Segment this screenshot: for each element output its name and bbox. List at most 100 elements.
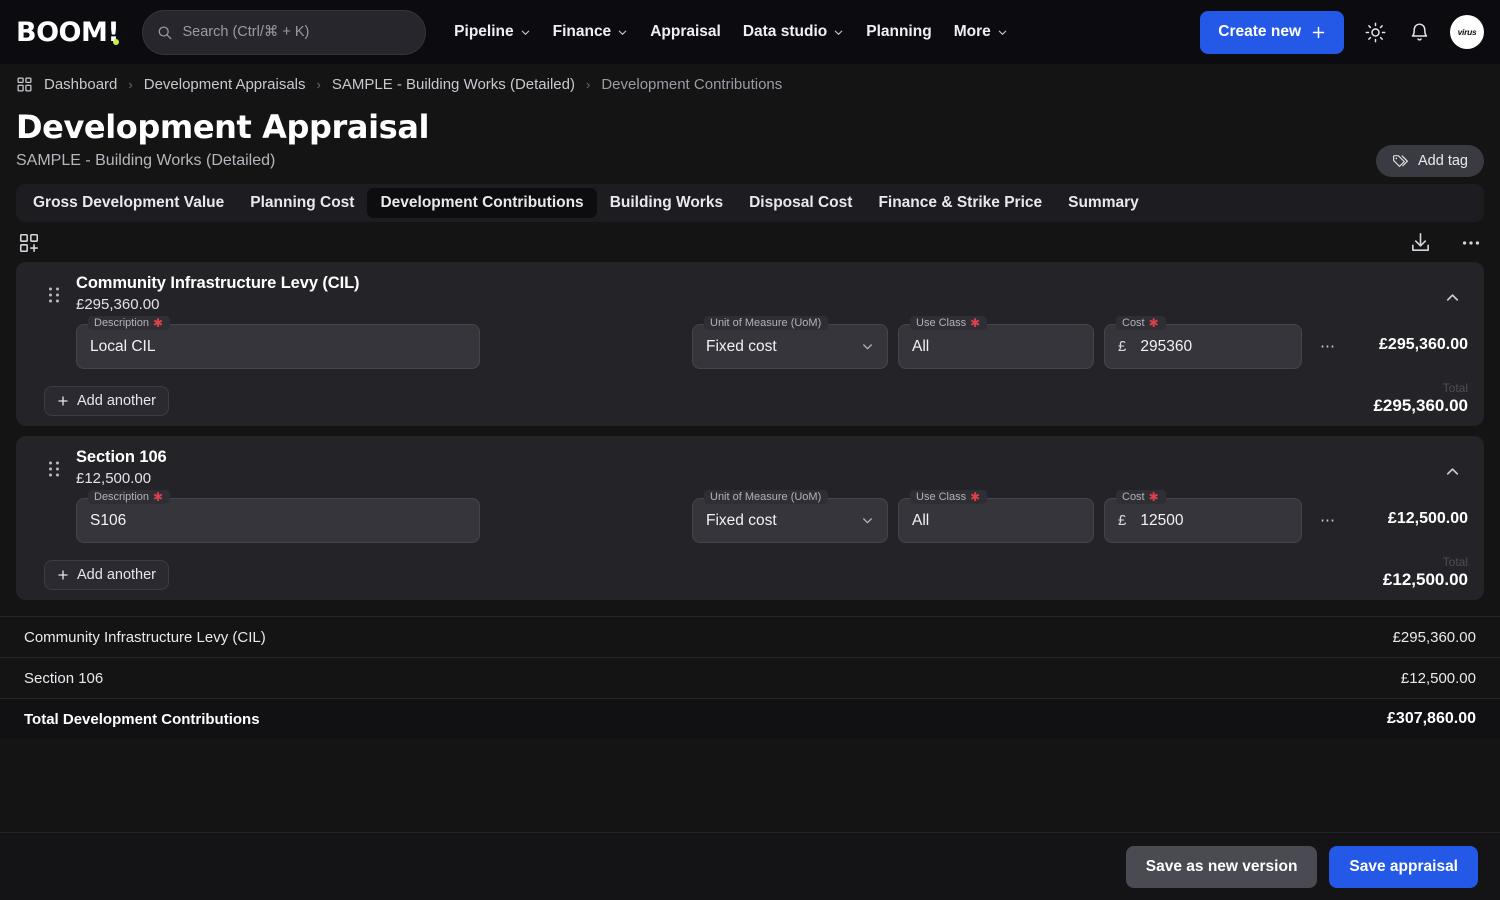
contribution-card-section-106: Section 106 £12,500.00 Description ✱ S10…	[16, 436, 1484, 600]
card-amount: £12,500.00	[76, 470, 152, 487]
label-text: Cost	[1122, 491, 1145, 503]
breadcrumb-separator: ›	[128, 77, 133, 92]
breadcrumb-item-sample-building-works[interactable]: SAMPLE - Building Works (Detailed)	[332, 76, 575, 93]
breadcrumb-item-dashboard[interactable]: Dashboard	[44, 76, 117, 93]
currency-symbol: £	[1118, 338, 1127, 355]
global-search[interactable]	[142, 9, 427, 55]
summary-label: Community Infrastructure Levy (CIL)	[24, 628, 266, 646]
use-class-input[interactable]: All	[898, 324, 1094, 369]
cost-label: Cost ✱	[1116, 316, 1166, 330]
total-label: Total	[1442, 555, 1468, 569]
description-field: Description ✱ Local CIL	[76, 316, 480, 369]
sun-icon	[1365, 22, 1385, 42]
add-another-label: Add another	[77, 567, 157, 583]
plus-icon	[58, 396, 68, 406]
cost-input[interactable]: £ 295360	[1104, 324, 1302, 369]
label-text: Cost	[1122, 317, 1145, 329]
page-header: Development Appraisal SAMPLE - Building …	[0, 103, 1500, 177]
tab-summary[interactable]: Summary	[1055, 188, 1152, 218]
tab-finance-strike-price[interactable]: Finance & Strike Price	[865, 188, 1055, 218]
nav-item-finance[interactable]: Finance	[553, 23, 629, 41]
uom-value: Fixed cost	[706, 337, 777, 355]
app-logo[interactable]: BOOM!	[16, 17, 123, 48]
cost-field: Cost ✱ £ 295360	[1104, 316, 1302, 369]
dashboard-grid-icon[interactable]	[16, 76, 33, 93]
nav-item-more[interactable]: More	[954, 23, 1008, 41]
add-another-button[interactable]: Add another	[44, 560, 170, 590]
chevron-up-icon[interactable]	[1443, 462, 1462, 481]
description-label: Description ✱	[88, 490, 171, 504]
card-footer: Add another Total £295,360.00	[16, 369, 1484, 416]
currency-symbol: £	[1118, 512, 1127, 529]
tab-disposal-cost[interactable]: Disposal Cost	[736, 188, 865, 218]
chevron-up-icon[interactable]	[1443, 288, 1462, 307]
grid-plus-icon[interactable]	[18, 232, 40, 254]
chevron-down-icon	[521, 30, 529, 35]
nav-item-appraisal[interactable]: Appraisal	[650, 23, 721, 41]
nav-label: More	[953, 23, 991, 40]
drag-handle-icon[interactable]	[48, 286, 60, 304]
save-as-new-version-button[interactable]: Save as new version	[1125, 845, 1318, 888]
main-nav: Pipeline Finance Appraisal Data studio P…	[454, 23, 1008, 41]
use-class-input[interactable]: All	[898, 498, 1094, 543]
add-tag-button[interactable]: Add tag	[1376, 145, 1484, 177]
create-new-button[interactable]: Create new	[1200, 10, 1344, 54]
cost-label: Cost ✱	[1116, 490, 1166, 504]
row-more-button[interactable]: ⋯	[1320, 511, 1336, 529]
add-another-button[interactable]: Add another	[44, 386, 170, 416]
nav-label: Data studio	[742, 23, 828, 40]
cost-input[interactable]: £ 12500	[1104, 498, 1302, 543]
tab-planning-cost[interactable]: Planning Cost	[237, 188, 367, 218]
description-input[interactable]: S106	[76, 498, 480, 543]
uom-select[interactable]: Fixed cost	[692, 498, 888, 543]
use-class-field: Use Class ✱ All	[898, 316, 1094, 369]
uom-select[interactable]: Fixed cost	[692, 324, 888, 369]
drag-handle-icon[interactable]	[48, 460, 60, 478]
summary-value: £295,360.00	[1392, 628, 1476, 646]
summary-row-section-106: Section 106 £12,500.00	[0, 657, 1500, 698]
uom-field: Unit of Measure (UoM) Fixed cost	[692, 490, 888, 543]
page-subtitle: SAMPLE - Building Works (Detailed)	[16, 152, 276, 169]
notifications-button[interactable]	[1406, 19, 1432, 45]
label-text: Unit of Measure (UoM)	[710, 491, 822, 503]
chevron-down-icon	[834, 30, 843, 35]
nav-item-data-studio[interactable]: Data studio	[743, 23, 844, 41]
add-another-label: Add another	[77, 393, 157, 409]
theme-toggle-button[interactable]	[1362, 19, 1388, 45]
breadcrumb-item-development-appraisals[interactable]: Development Appraisals	[144, 76, 306, 93]
tab-development-contributions[interactable]: Development Contributions	[367, 188, 597, 218]
tags-icon	[1393, 154, 1408, 167]
required-asterisk: ✱	[970, 490, 981, 504]
total-value: £295,360.00	[1373, 396, 1468, 415]
nav-item-pipeline[interactable]: Pipeline	[454, 23, 530, 41]
tab-gross-development-value[interactable]: Gross Development Value	[20, 188, 237, 218]
ellipsis-icon[interactable]	[1460, 232, 1482, 254]
required-asterisk: ✱	[153, 316, 164, 330]
description-input[interactable]: Local CIL	[76, 324, 480, 369]
nav-label: Finance	[552, 23, 612, 40]
plus-icon	[1312, 26, 1325, 38]
nav-item-planning[interactable]: Planning	[866, 23, 931, 41]
use-class-label: Use Class ✱	[910, 490, 988, 504]
card-total: Total £12,500.00	[1383, 555, 1468, 590]
download-icon[interactable]	[1409, 231, 1432, 254]
appraisal-tabs: Gross Development Value Planning Cost De…	[16, 184, 1484, 222]
nav-label: Pipeline	[454, 23, 514, 40]
row-more-button[interactable]: ⋯	[1320, 337, 1336, 355]
search-input[interactable]	[182, 24, 412, 40]
summary-label: Total Development Contributions	[24, 710, 260, 728]
use-class-field: Use Class ✱ All	[898, 490, 1094, 543]
use-class-label: Use Class ✱	[910, 316, 988, 330]
tab-building-works[interactable]: Building Works	[597, 188, 736, 218]
uom-value: Fixed cost	[706, 511, 777, 529]
summary-value: £307,860.00	[1387, 710, 1476, 727]
content-toolbar	[0, 222, 1500, 262]
create-new-label: Create new	[1218, 23, 1301, 40]
card-amount: £295,360.00	[76, 296, 160, 313]
user-avatar[interactable]: virus	[1450, 15, 1484, 49]
save-appraisal-button[interactable]: Save appraisal	[1329, 845, 1478, 888]
uom-label: Unit of Measure (UoM)	[704, 490, 829, 504]
contribution-row: Description ✱ S106 Unit of Measure (UoM)…	[16, 487, 1484, 543]
footer-actions: Save as new version Save appraisal	[0, 832, 1500, 900]
label-text: Use Class	[916, 491, 967, 503]
